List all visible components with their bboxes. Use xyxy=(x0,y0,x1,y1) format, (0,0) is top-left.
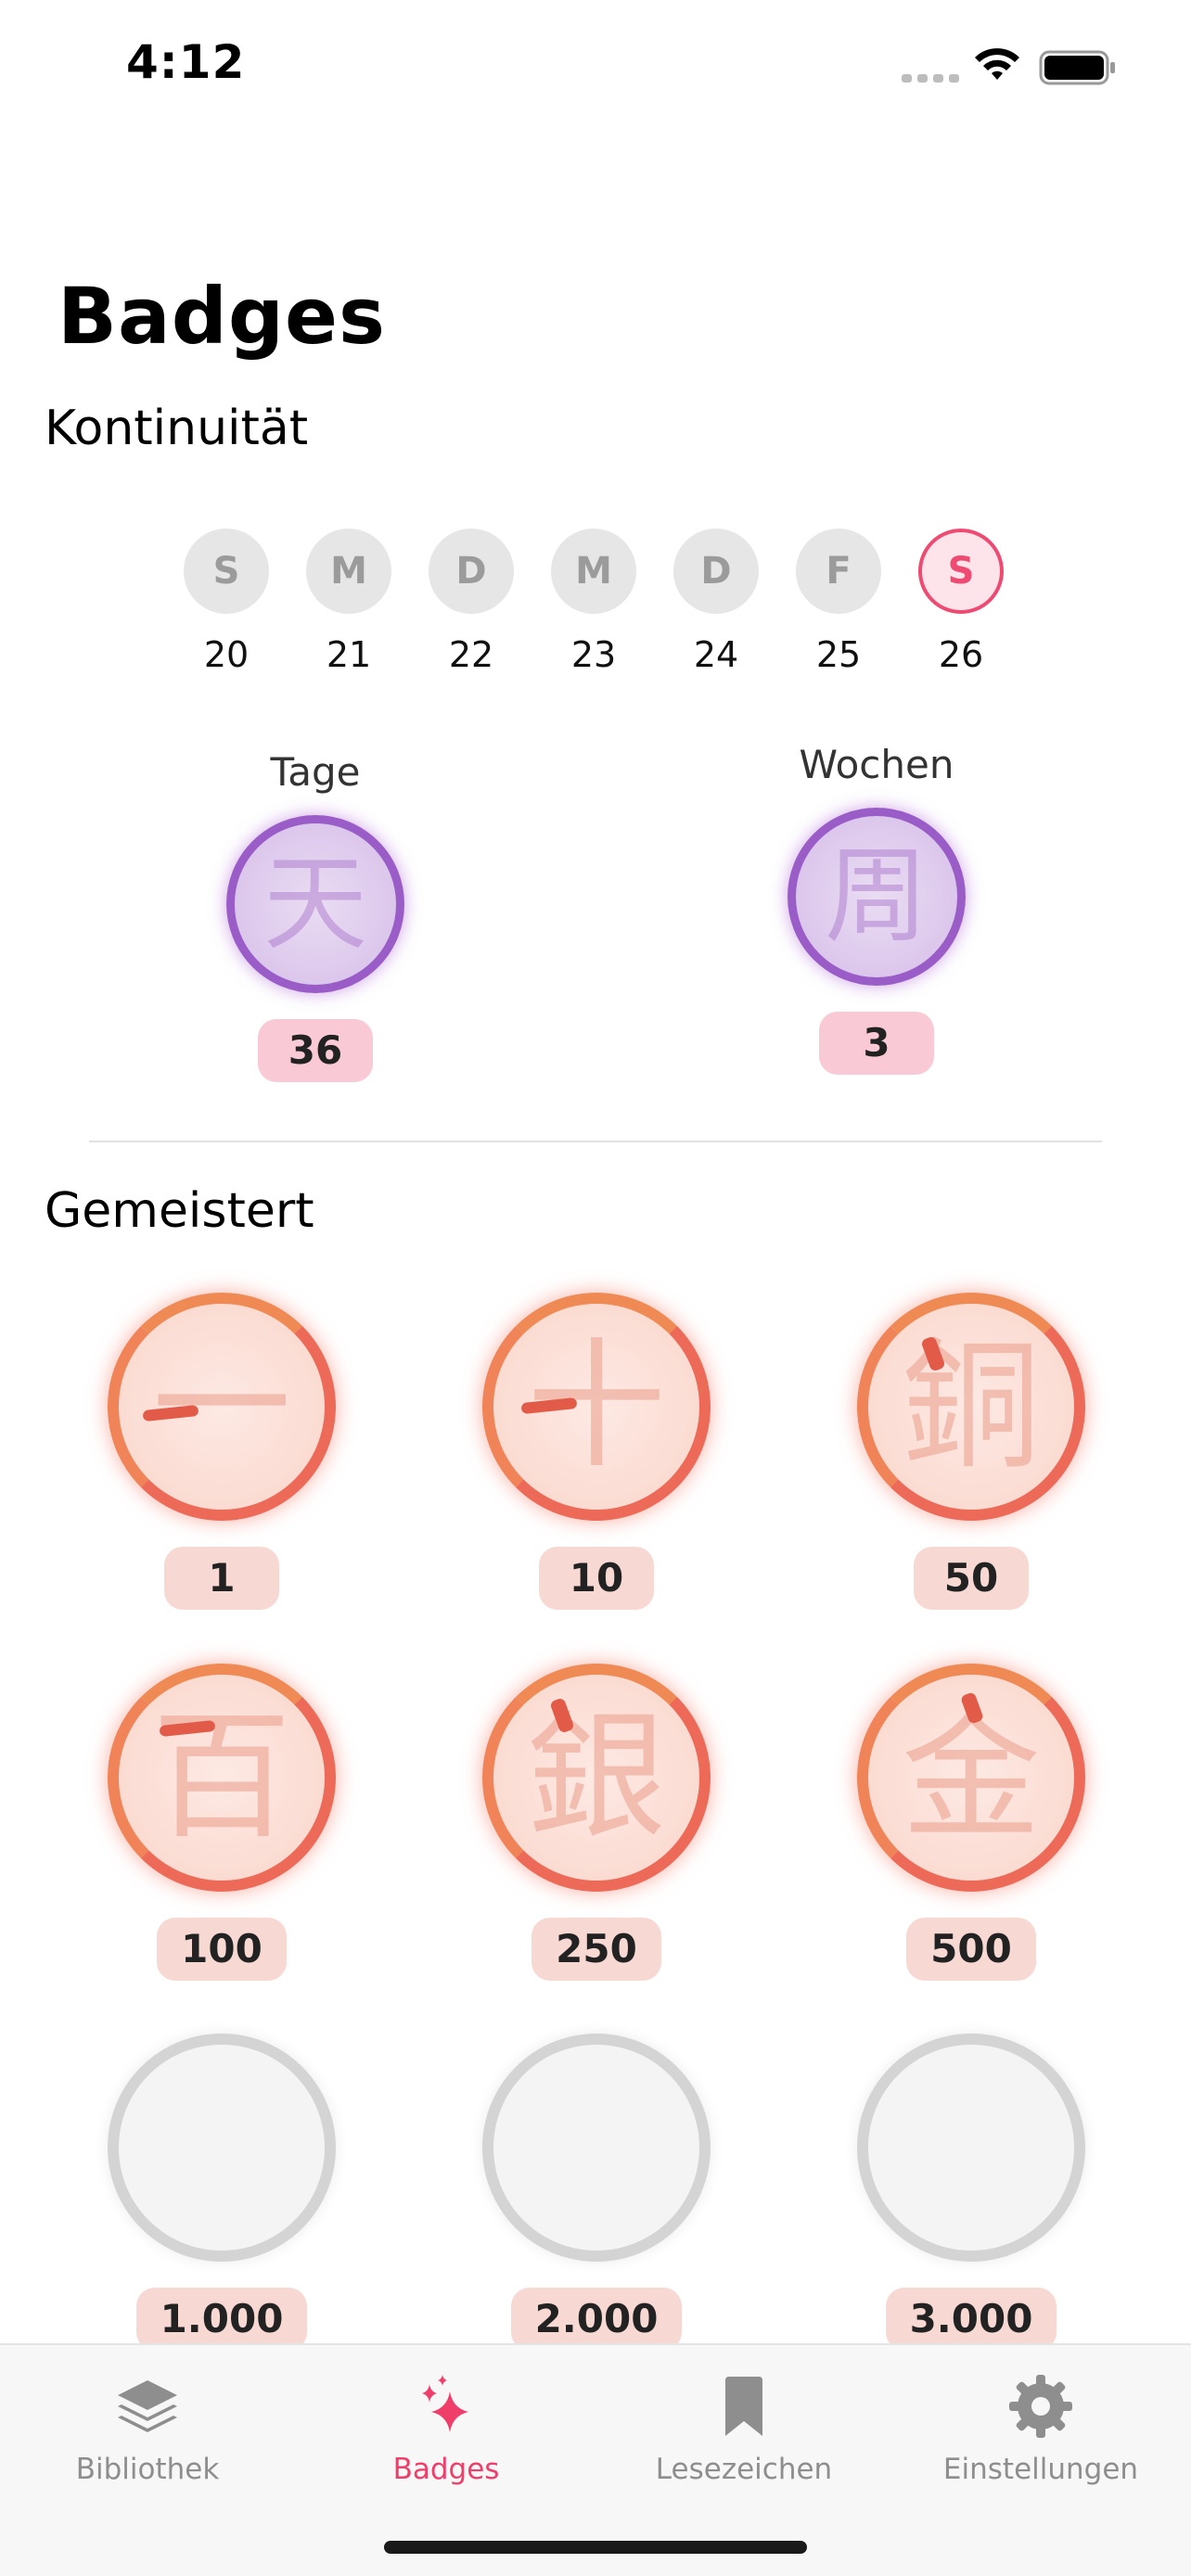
weeks-streak-label: Wochen xyxy=(799,742,954,787)
day-number: 24 xyxy=(693,634,739,675)
day-letter: F xyxy=(796,529,881,614)
sparkles-icon xyxy=(422,2375,468,2432)
day-letter: S xyxy=(184,529,269,614)
day-number: 25 xyxy=(815,634,862,675)
status-time: 4:12 xyxy=(126,35,246,89)
day-item-today: S 26 xyxy=(918,529,1004,675)
tab-label: Lesezeichen xyxy=(655,2453,833,2486)
mastered-count: 1 xyxy=(164,1547,279,1610)
mastered-count: 10 xyxy=(539,1547,654,1610)
days-streak-count: 36 xyxy=(258,1019,373,1082)
day-number: 21 xyxy=(326,634,372,675)
mastered-badge-circle: 百 xyxy=(108,1664,336,1892)
day-item: D 24 xyxy=(673,529,759,675)
day-letter: D xyxy=(673,529,759,614)
tab-lesezeichen[interactable]: Lesezeichen xyxy=(605,2371,883,2486)
locked-badge[interactable]: 3.000 xyxy=(832,2034,1110,2351)
tab-badges[interactable]: Badges xyxy=(307,2371,585,2486)
locked-badge-circle xyxy=(857,2034,1085,2262)
mastered-badge-circle: 銅 xyxy=(857,1293,1085,1521)
locked-badge-circle xyxy=(108,2034,336,2262)
days-streak-badge[interactable]: Tage 天 36 xyxy=(176,749,455,1082)
day-item: M 21 xyxy=(306,529,391,675)
day-item: D 22 xyxy=(429,529,514,675)
mastered-count: 1.000 xyxy=(135,2288,308,2351)
tab-label: Einstellungen xyxy=(942,2453,1139,2486)
mastered-badge[interactable]: 十 10 xyxy=(457,1293,736,1610)
continuity-section-title: Kontinuität xyxy=(45,401,309,456)
day-letter: M xyxy=(306,529,391,614)
mastered-badge-circle: 銀 xyxy=(482,1664,711,1892)
weeks-kanji-badge: 周 xyxy=(788,808,966,986)
day-letter: M xyxy=(551,529,636,614)
mastered-count: 50 xyxy=(914,1547,1029,1610)
locked-badge[interactable]: 2.000 xyxy=(457,2034,736,2351)
tab-bibliothek[interactable]: Bibliothek xyxy=(8,2371,287,2486)
day-number: 26 xyxy=(938,634,984,675)
day-number: 23 xyxy=(570,634,617,675)
days-kanji: 天 xyxy=(263,844,367,964)
day-item: F 25 xyxy=(796,529,881,675)
mastered-count: 3.000 xyxy=(885,2288,1057,2351)
tab-label: Badges xyxy=(392,2453,500,2486)
gear-icon xyxy=(1009,2375,1072,2438)
mastered-badge[interactable]: 金 500 xyxy=(832,1664,1110,1981)
mastered-badge-circle: 金 xyxy=(857,1664,1085,1892)
mastered-badge-circle: 十 xyxy=(482,1293,711,1521)
mastered-badge-circle: 一 xyxy=(108,1293,336,1521)
mastered-count: 100 xyxy=(157,1918,287,1981)
mastered-badge[interactable]: 一 1 xyxy=(83,1293,361,1610)
cellular-signal-icon xyxy=(902,74,959,83)
mastered-kanji: 金 xyxy=(901,1697,1041,1858)
page-title: Badges xyxy=(58,271,386,362)
mastered-count: 2.000 xyxy=(510,2288,683,2351)
mastered-section-title: Gemeistert xyxy=(45,1183,314,1239)
home-indicator[interactable] xyxy=(384,2541,807,2554)
days-kanji-badge: 天 xyxy=(226,815,404,993)
mastered-kanji: 銀 xyxy=(526,1697,666,1858)
mastered-badge[interactable]: 銀 250 xyxy=(457,1664,736,1981)
weeks-streak-badge[interactable]: Wochen 周 3 xyxy=(737,742,1016,1075)
section-divider xyxy=(89,1141,1102,1142)
tab-einstellungen[interactable]: Einstellungen xyxy=(902,2371,1180,2486)
mastered-badge[interactable]: 百 100 xyxy=(83,1664,361,1981)
locked-badge[interactable]: 1.000 xyxy=(83,2034,361,2351)
bookmark-icon xyxy=(725,2377,762,2436)
day-number: 20 xyxy=(203,634,250,675)
days-streak-label: Tage xyxy=(270,749,361,795)
wifi-icon xyxy=(975,48,1019,80)
battery-icon xyxy=(1039,50,1115,85)
stack-icon xyxy=(118,2380,177,2432)
day-letter: D xyxy=(429,529,514,614)
day-letter-today: S xyxy=(918,529,1004,614)
mastered-badge[interactable]: 銅 50 xyxy=(832,1293,1110,1610)
locked-badge-circle xyxy=(482,2034,711,2262)
mastered-kanji: 銅 xyxy=(901,1326,1041,1487)
weeks-kanji: 周 xyxy=(825,836,928,957)
mastered-count: 250 xyxy=(531,1918,661,1981)
day-item: M 23 xyxy=(551,529,636,675)
tab-label: Bibliothek xyxy=(75,2453,220,2486)
mastered-count: 500 xyxy=(906,1918,1036,1981)
status-bar: 4:12 xyxy=(0,0,1191,139)
day-item: S 20 xyxy=(184,529,269,675)
weeks-streak-count: 3 xyxy=(819,1012,934,1075)
day-number: 22 xyxy=(448,634,494,675)
